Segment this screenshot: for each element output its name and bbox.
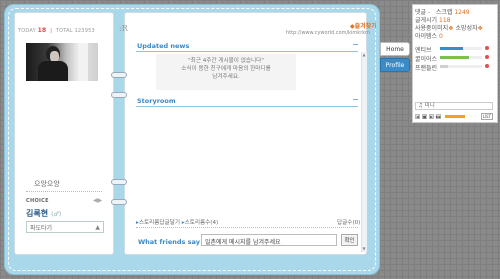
- stat-plus-icon[interactable]: [485, 55, 489, 59]
- playlist-button[interactable]: LIST: [480, 113, 493, 120]
- friends-say-label: What friends say: [138, 238, 200, 246]
- storyroom-content: [136, 107, 358, 213]
- spiral-ring: [111, 199, 127, 205]
- owner-name[interactable]: 김록현 (♂): [26, 208, 61, 219]
- homepage-url[interactable]: http://www.cyworld.com/kimkrkm: [286, 30, 370, 36]
- music-player: ◀ ■ ▶ ▶▶ LIST: [415, 113, 493, 120]
- tab-profile[interactable]: Profile: [380, 58, 410, 72]
- music-title[interactable]: ♫ 미니: [415, 102, 493, 110]
- divider: [136, 227, 358, 228]
- stat-bar: [440, 65, 482, 68]
- story-reply-link[interactable]: 스토리룸답글달기: [139, 220, 180, 226]
- photo-extra: 소망성자: [455, 25, 478, 32]
- choice-title: CHOICE: [26, 198, 49, 204]
- storyroom-footer: ▸스토리룸답글달기 ▸스토리룸수(4): [136, 218, 218, 226]
- scrollbar[interactable]: [361, 52, 367, 252]
- choice-arrows-icon[interactable]: ◀▶: [93, 197, 102, 204]
- counter-separator: |: [50, 28, 53, 34]
- profile-nickname: 으앙으앙: [34, 180, 60, 188]
- owner-gender: (♂): [51, 211, 62, 218]
- news-message-line: 소식이 뜸한 친구에게 마음의 한마디를: [181, 66, 271, 72]
- chevron-up-icon: ▲: [95, 223, 100, 231]
- favorite-link[interactable]: ◆즐겨찾기: [350, 21, 377, 30]
- items-value: 0: [439, 33, 443, 40]
- today-count: 18: [37, 27, 47, 34]
- stop-icon[interactable]: ■: [422, 114, 427, 119]
- spiral-ring: [111, 92, 127, 98]
- stat-plus-icon[interactable]: [485, 64, 489, 68]
- next-icon[interactable]: ▶▶: [436, 114, 441, 119]
- stat-bar: [440, 47, 482, 50]
- collapse-storyroom-icon[interactable]: −: [352, 96, 359, 104]
- total-count: 123953: [74, 28, 95, 34]
- scroll-up-icon[interactable]: ▲: [361, 52, 367, 58]
- spiral-ring: [111, 179, 127, 185]
- news-message-line: 남겨주세요.: [212, 74, 240, 80]
- friends-message-input[interactable]: 일촌에게 메시지를 남겨주세요: [201, 234, 337, 246]
- play-icon[interactable]: ▶: [429, 114, 434, 119]
- gem-icon: ❖: [477, 25, 483, 32]
- news-divider: [136, 51, 358, 52]
- logo-icon: :R: [119, 24, 128, 33]
- prev-icon[interactable]: ◀: [415, 114, 420, 119]
- divider: [26, 191, 102, 192]
- tab-home[interactable]: Home: [380, 42, 410, 56]
- stat-plus-icon[interactable]: [485, 46, 489, 50]
- visitor-counter: TODAY 18 | TOTAL 123953: [18, 27, 95, 34]
- news-message-line: "최근 4주간 게시물이 없습니다": [188, 58, 264, 64]
- profile-photo: [26, 43, 98, 81]
- news-message-box: "최근 4주간 게시물이 없습니다" 소식이 뜸한 친구에게 마음의 한마디를 …: [156, 54, 296, 90]
- total-label: TOTAL: [55, 28, 73, 34]
- confirm-button[interactable]: 확인: [341, 234, 358, 246]
- updated-news-title: Updated news: [137, 42, 190, 50]
- spiral-ring: [111, 72, 127, 78]
- stat-bar: [440, 56, 482, 59]
- volume-slider[interactable]: [445, 115, 465, 118]
- collapse-news-icon[interactable]: −: [352, 41, 359, 49]
- stat-label: 엔티브: [415, 47, 432, 54]
- storyroom-title: Storyroom: [137, 97, 176, 105]
- stat-label: 꿀이어스: [415, 56, 438, 63]
- scrap-value: 1249: [454, 9, 470, 16]
- reply-count: 답글수(0): [337, 220, 361, 226]
- story-count-link[interactable]: 스토리룸수(4): [185, 220, 219, 226]
- scroll-down-icon[interactable]: ▼: [361, 246, 367, 252]
- items-row: 아이템스 0: [415, 31, 443, 40]
- today-label: TODAY: [18, 28, 36, 34]
- pado-select[interactable]: 파도타기 ▲: [26, 221, 104, 233]
- stat-label: 프랜들린: [415, 65, 438, 72]
- owner-name-text: 김록현: [26, 209, 49, 218]
- gem-icon: ❖: [448, 25, 454, 32]
- pado-label: 파도타기: [30, 224, 53, 232]
- items-label: 아이템스: [415, 33, 438, 40]
